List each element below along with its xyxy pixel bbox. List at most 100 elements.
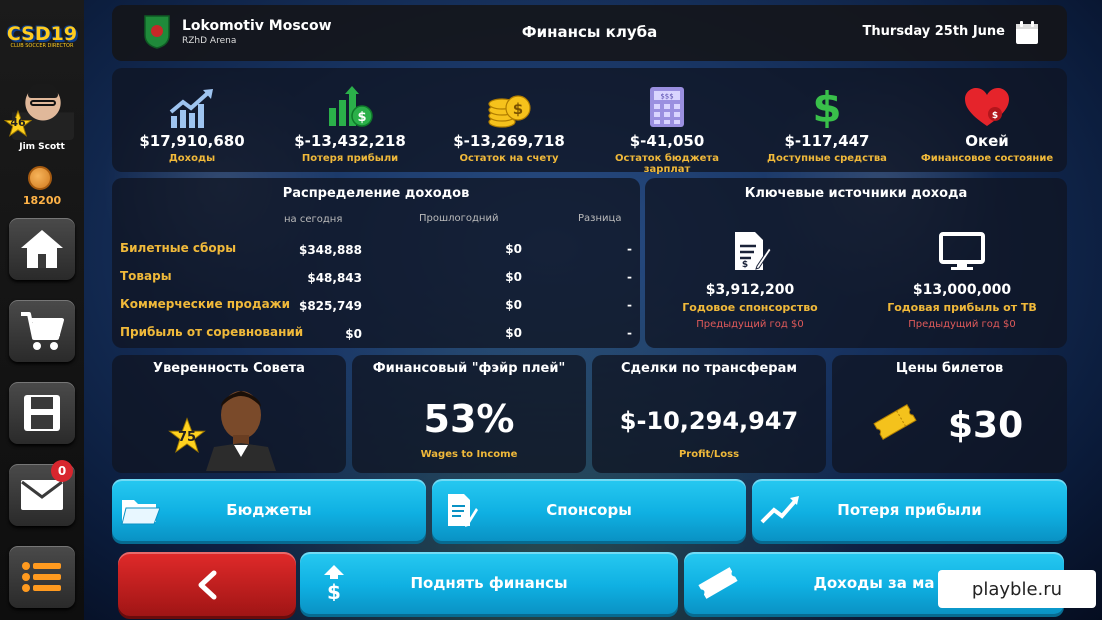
board-title: Уверенность Совета bbox=[153, 361, 305, 376]
list-menu-icon bbox=[22, 562, 61, 592]
svg-text:$: $ bbox=[742, 260, 748, 270]
financial-health-value: Окей bbox=[965, 132, 1009, 150]
source-tv: $13,000,000 Годовая прибыль от ТВ Предыд… bbox=[867, 230, 1057, 330]
calculator-icon: $$$ bbox=[650, 87, 684, 127]
row-name: Коммерческие продажи bbox=[120, 297, 291, 311]
board-confidence-panel[interactable]: Уверенность Совета 75 bbox=[112, 355, 346, 473]
profit-loss-button[interactable]: Потеря прибыли bbox=[752, 479, 1067, 541]
raise-finances-label: Поднять финансы bbox=[410, 574, 568, 592]
calendar-icon[interactable] bbox=[1015, 21, 1039, 45]
row-diff: - bbox=[627, 326, 632, 340]
available-funds-value: $-117,447 bbox=[784, 132, 870, 150]
profit-bars-icon: $ bbox=[329, 86, 373, 127]
row-prev: $0 bbox=[505, 270, 522, 284]
profit-loss-label: Потеря прибыли bbox=[301, 153, 399, 164]
watermark: playble.ru bbox=[938, 570, 1096, 608]
ffp-subtitle: Wages to Income bbox=[420, 449, 518, 460]
table-row: Прибыль от соревнований $0 $0 - bbox=[112, 325, 640, 347]
save-button[interactable] bbox=[9, 382, 75, 444]
row-today: $348,888 bbox=[298, 243, 362, 257]
ffp-title: Финансовый "фэйр плей" bbox=[372, 361, 566, 376]
row-diff: - bbox=[627, 298, 632, 312]
row-prev: $0 bbox=[505, 298, 522, 312]
col-today-header: на сегодня bbox=[284, 214, 343, 225]
mail-count-badge: 0 bbox=[51, 460, 73, 482]
financial-health-label: Финансовое состояние bbox=[920, 153, 1054, 164]
balance-label: Остаток на счету bbox=[459, 153, 559, 164]
sponsorship-prev-year: Предыдущий год $0 bbox=[696, 319, 804, 330]
back-button[interactable] bbox=[118, 552, 296, 616]
ticket-price-panel[interactable]: Цены билетов $30 bbox=[832, 355, 1067, 473]
row-name: Прибыль от соревнований bbox=[120, 325, 304, 339]
balance-value: $-13,269,718 bbox=[453, 132, 565, 150]
ffp-panel[interactable]: Финансовый "фэйр плей" 53% Wages to Inco… bbox=[352, 355, 586, 473]
cart-icon bbox=[21, 312, 64, 350]
shop-button[interactable] bbox=[9, 300, 75, 362]
stat-balance: $ $-13,269,718 Остаток на счету bbox=[434, 68, 584, 164]
chart-up-icon bbox=[169, 89, 213, 128]
row-today: $0 bbox=[345, 327, 362, 341]
tickets-title: Цены билетов bbox=[895, 361, 1004, 376]
header-bar: Lokomotiv Moscow RZhD Arena Финансы клуб… bbox=[112, 5, 1067, 61]
svg-text:$: $ bbox=[812, 84, 841, 128]
stat-wage-budget: $$$ $-41,050 Остаток бюджета зарплат bbox=[592, 68, 742, 175]
manager-level: 46 bbox=[10, 116, 26, 129]
available-funds-label: Доступные средства bbox=[767, 153, 887, 164]
transfers-title: Сделки по трансферам bbox=[621, 361, 797, 376]
ffp-value: 53% bbox=[423, 397, 515, 441]
wage-budget-value: $-41,050 bbox=[629, 132, 705, 150]
logo-text: CSD19 bbox=[6, 23, 78, 45]
tv-icon bbox=[939, 232, 985, 270]
source-sponsorship: $ $3,912,200 Годовое спонсорство Предыду… bbox=[655, 230, 845, 330]
row-today: $825,749 bbox=[298, 299, 362, 313]
sponsorship-label: Годовое спонсорство bbox=[682, 301, 818, 314]
row-diff: - bbox=[627, 242, 632, 256]
manager-level-star-icon: 46 bbox=[3, 109, 33, 138]
row-diff: - bbox=[627, 270, 632, 284]
finance-summary-panel: $17,910,680 Доходы $ $-13,432,218 Потеря… bbox=[112, 68, 1067, 175]
mail-button[interactable]: 0 bbox=[9, 460, 75, 526]
row-name: Товары bbox=[120, 269, 172, 283]
confidence-level: 75 bbox=[177, 430, 197, 445]
coin-balance: 18200 bbox=[22, 194, 62, 207]
avatar-glasses bbox=[30, 100, 56, 106]
game-logo: CSD19 CLUB SOCCER DIRECTOR bbox=[4, 14, 80, 58]
heart-icon: $ bbox=[965, 88, 1009, 126]
key-income-sources-panel: Ключевые источники дохода $ $3,912,200 Г… bbox=[645, 178, 1067, 348]
stat-financial-health: $ Окей Финансовое состояние bbox=[912, 68, 1062, 164]
current-date: Thursday 25th June bbox=[862, 24, 1005, 39]
income-label: Доходы bbox=[168, 153, 216, 164]
budgets-label: Бюджеты bbox=[226, 501, 312, 519]
profit-loss-button-label: Потеря прибыли bbox=[837, 501, 982, 519]
profit-loss-value: $-13,432,218 bbox=[294, 132, 406, 150]
sponsors-button[interactable]: Спонсоры bbox=[432, 479, 746, 541]
ticket-price-value: $30 bbox=[948, 405, 1024, 446]
row-prev: $0 bbox=[505, 242, 522, 256]
income-value: $17,910,680 bbox=[139, 132, 245, 150]
row-today: $48,843 bbox=[307, 271, 362, 285]
logo-subtitle: CLUB SOCCER DIRECTOR bbox=[10, 43, 74, 49]
transfers-panel[interactable]: Сделки по трансферам $-10,294,947 Profit… bbox=[592, 355, 826, 473]
wage-budget-label: Остаток бюджета зарплат bbox=[615, 153, 719, 175]
home-button[interactable] bbox=[9, 218, 75, 280]
table-row: Билетные сборы $348,888 $0 - bbox=[112, 241, 640, 263]
envelope-icon bbox=[21, 480, 63, 510]
row-prev: $0 bbox=[505, 326, 522, 340]
svg-text:$: $ bbox=[513, 100, 523, 118]
dollar-icon: $ bbox=[812, 84, 841, 128]
table-row: Коммерческие продажи $825,749 $0 - bbox=[112, 297, 640, 319]
col-diff-header: Разница bbox=[578, 213, 622, 224]
ticket-icon bbox=[873, 404, 917, 440]
transfers-value: $-10,294,947 bbox=[619, 407, 799, 435]
transfers-subtitle: Profit/Loss bbox=[678, 449, 740, 460]
menu-button[interactable] bbox=[9, 546, 75, 608]
budgets-button[interactable]: Бюджеты bbox=[112, 479, 426, 541]
svg-text:$$$: $$$ bbox=[660, 93, 673, 101]
home-icon bbox=[21, 230, 63, 268]
raise-finances-button[interactable]: $ Поднять финансы bbox=[300, 552, 678, 614]
tv-label: Годовая прибыль от ТВ bbox=[887, 301, 1037, 314]
sponsors-label: Спонсоры bbox=[546, 501, 632, 519]
avatar-hair bbox=[28, 84, 58, 98]
table-row: Товары $48,843 $0 - bbox=[112, 269, 640, 291]
tv-prev-year: Предыдущий год $0 bbox=[908, 319, 1016, 330]
